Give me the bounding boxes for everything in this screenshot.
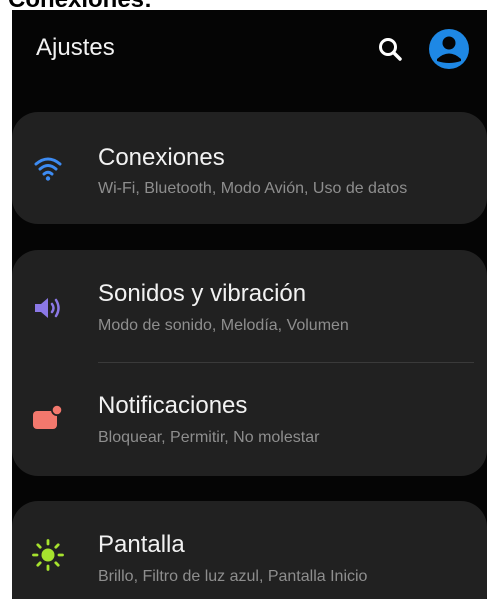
settings-item-sounds[interactable]: Sonidos y vibración Modo de sonido, Melo… — [12, 250, 487, 362]
account-button[interactable] — [428, 28, 470, 70]
brightness-icon — [30, 537, 66, 573]
settings-item-subtitle: Bloquear, Permitir, No molestar — [98, 429, 320, 446]
settings-item-notifications[interactable]: Notificaciones Bloquear, Permitir, No mo… — [12, 364, 487, 476]
wifi-icon — [30, 150, 66, 186]
sound-notifications-card: Sonidos y vibración Modo de sonido, Melo… — [12, 250, 487, 476]
volume-icon — [30, 290, 66, 326]
settings-item-subtitle: Modo de sonido, Melodía, Volumen — [98, 317, 349, 334]
settings-item-title: Notificaciones — [98, 392, 248, 419]
notification-icon — [30, 400, 66, 436]
search-button[interactable] — [376, 35, 406, 65]
search-icon — [379, 38, 402, 61]
app-header: Ajustes — [12, 10, 487, 90]
settings-item-title: Conexiones — [98, 144, 225, 171]
settings-item-title: Sonidos y vibración — [98, 280, 307, 307]
item-divider — [98, 362, 474, 363]
connections-card: Conexiones Wi-Fi, Bluetooth, Modo Avión,… — [12, 112, 487, 224]
settings-item-display[interactable]: Pantalla Brillo, Filtro de luz azul, Pan… — [12, 501, 487, 599]
account-icon — [429, 29, 469, 69]
settings-screen: Ajustes Conexiones Wi-Fi, Bluetooth, Mod… — [12, 10, 487, 599]
display-card: Pantalla Brillo, Filtro de luz azul, Pan… — [12, 501, 487, 599]
settings-item-title: Pantalla — [98, 531, 185, 558]
settings-item-subtitle: Brillo, Filtro de luz azul, Pantalla Ini… — [98, 568, 368, 585]
settings-item-subtitle: Wi-Fi, Bluetooth, Modo Avión, Uso de dat… — [98, 180, 408, 197]
settings-item-connections[interactable]: Conexiones Wi-Fi, Bluetooth, Modo Avión,… — [12, 112, 487, 224]
page-title: Ajustes — [36, 34, 115, 61]
